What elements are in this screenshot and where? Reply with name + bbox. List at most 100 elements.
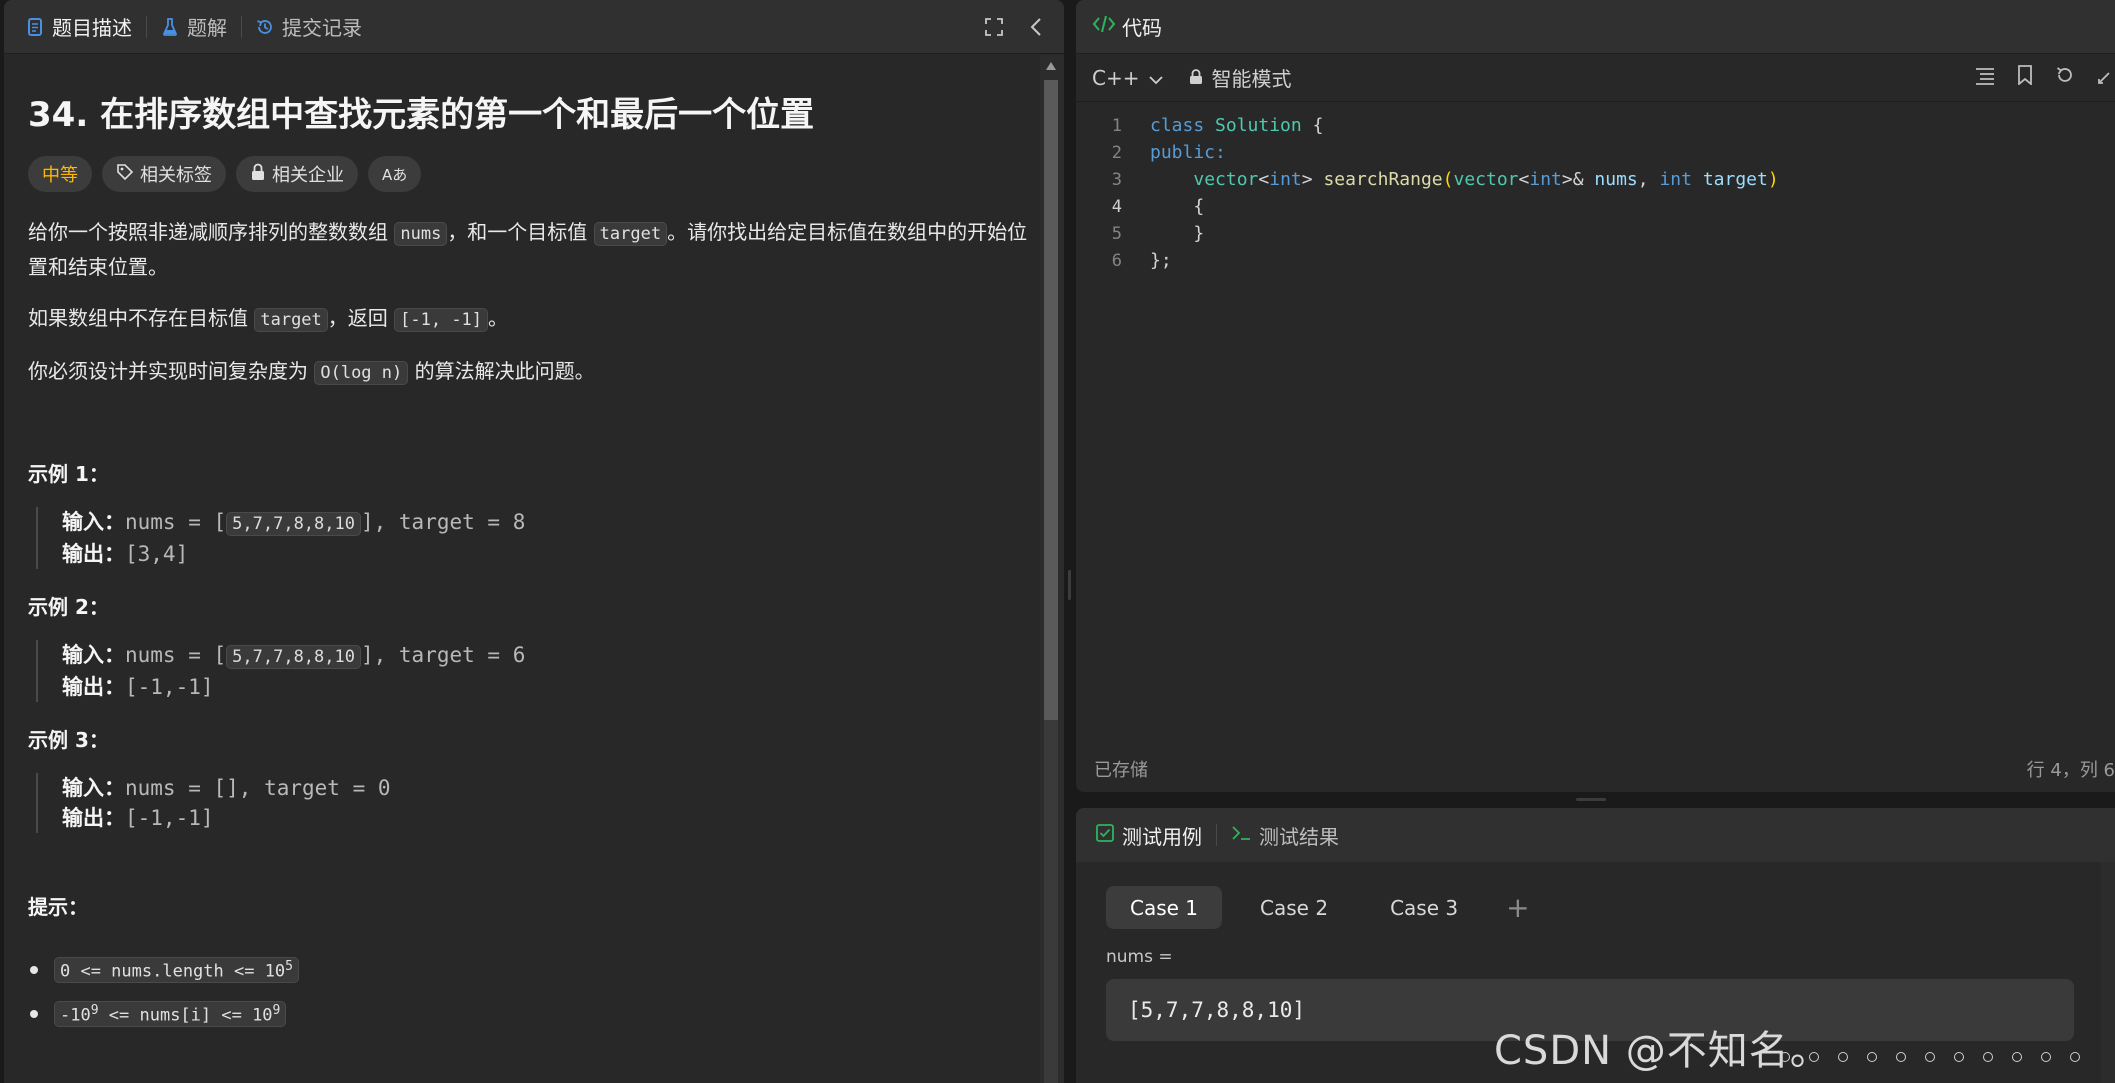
code-token: ( [1442, 169, 1454, 190]
tab-divider [1216, 824, 1217, 846]
code-line[interactable]: 6}; [1076, 247, 2115, 274]
input-label: 输入： [62, 776, 125, 800]
dot [1983, 1052, 1993, 1062]
code-line[interactable]: 3 vector<int> searchRange(vector<int>& n… [1076, 166, 2115, 193]
text: 你必须设计并实现时间复杂度为 [28, 359, 315, 383]
output-value: [3,4] [125, 542, 189, 566]
line-number: 4 [1111, 196, 1122, 217]
lock-icon [250, 163, 266, 186]
case-2-tab[interactable]: Case 2 [1236, 886, 1352, 929]
document-icon [26, 17, 44, 37]
problem-chips: 中等 相关标签 相关企业 Aあ [28, 156, 1016, 192]
dot [1954, 1052, 1964, 1062]
smart-mode-toggle[interactable]: 智能模式 [1189, 63, 1291, 92]
watermark: CSDN @不知名。 [1494, 1028, 1831, 1074]
code-token: Solution [1215, 115, 1302, 136]
case-3-tab[interactable]: Case 3 [1366, 886, 1482, 929]
test-panel-scrollbar[interactable] [2101, 862, 2115, 1083]
tab-testresult[interactable]: 测试结果 [1231, 821, 1339, 850]
resize-grip[interactable] [1068, 570, 1071, 600]
fullscreen-icon[interactable] [984, 17, 1004, 37]
line-number: 5 [1111, 223, 1122, 244]
output-label: 输出： [62, 675, 125, 699]
output-label: 输出： [62, 806, 125, 830]
superscript: 5 [285, 958, 293, 974]
flask-icon [161, 17, 179, 37]
code-line[interactable]: 1 class Solution { [1076, 112, 2115, 139]
code-token: vector [1453, 169, 1519, 190]
input-label: 输入： [62, 510, 125, 534]
code-text: { [1122, 196, 1204, 217]
description-paragraph-1: 给你一个按照非递减顺序排列的整数数组 nums ，和一个目标值 target 。请你… [28, 216, 1028, 284]
problem-tabs: 题目描述 题解 提交记录 [4, 0, 1064, 54]
collapse-chevron-left-icon[interactable] [1030, 17, 1042, 37]
code-line[interactable]: 5 } [1076, 220, 2115, 247]
line-number: 2 [1111, 142, 1122, 163]
dot [1867, 1052, 1877, 1062]
related-tags-label: 相关标签 [140, 165, 212, 186]
checkbox-icon [1096, 823, 1114, 847]
difficulty-badge[interactable]: 中等 [28, 156, 92, 192]
tab-description[interactable]: 题目描述 [26, 12, 132, 41]
text: 如果数组中不存在目标值 [28, 306, 255, 330]
problem-description: 34. 在排序数组中查找元素的第一个和最后一个位置 中等 相关标签 相关企业 A… [4, 55, 1040, 1083]
dot [1896, 1052, 1906, 1062]
code-token: < [1518, 169, 1530, 190]
related-tags-button[interactable]: 相关标签 [102, 156, 226, 192]
expand-icon[interactable] [2097, 65, 2111, 90]
chevron-down-icon [1149, 66, 1164, 90]
tab-solutions[interactable]: 题解 [161, 12, 227, 41]
inline-code: target [254, 308, 328, 332]
example-3: 示例 3： 输入：nums = [], target = 0 输出：[-1,-1… [28, 724, 1016, 833]
text: 。 [488, 306, 509, 330]
tab-testresult-label: 测试结果 [1259, 824, 1339, 849]
reset-icon[interactable] [2055, 65, 2075, 90]
text: <= nums[i] <= 10 [98, 1005, 273, 1026]
input-value: nums = [], target = 0 [125, 776, 391, 800]
scrollbar-thumb[interactable] [1044, 80, 1058, 720]
code-token: public: [1150, 142, 1226, 163]
code-token: vector [1193, 169, 1259, 190]
description-paragraph-2: 如果数组中不存在目标值 target ，返回 [-1, -1]。 [28, 302, 1028, 337]
inline-code: O(log n) [314, 361, 409, 385]
bookmark-icon[interactable] [2017, 65, 2033, 90]
text: -10 [60, 1005, 91, 1026]
tag-icon [116, 163, 134, 186]
related-companies-button[interactable]: 相关企业 [236, 156, 358, 192]
history-icon [256, 17, 274, 37]
tab-solutions-label: 题解 [187, 16, 227, 40]
bullet-icon [30, 1010, 38, 1018]
code-panel-title: 代码 [1122, 16, 1162, 40]
terminal-icon [1231, 823, 1251, 847]
add-case-plus-icon[interactable]: + [1506, 891, 1529, 924]
scroll-up-arrow-icon[interactable] [1046, 62, 1056, 70]
language-select[interactable]: C++ [1092, 65, 1164, 90]
code-token: int [1269, 169, 1302, 190]
tab-divider [241, 15, 242, 38]
input-label: 输入： [62, 643, 125, 667]
input-value: nums = [ [125, 643, 227, 667]
inline-code: nums [394, 222, 448, 246]
text: 的算法解决此问题。 [408, 359, 595, 383]
problem-panel: 题目描述 题解 提交记录 34. 在排序数组中查找元素的第一个和最后一个位置 中… [4, 0, 1064, 1083]
example-title: 示例 1： [28, 462, 109, 486]
tab-submissions[interactable]: 提交记录 [256, 12, 362, 41]
code-line[interactable]: 4 { [1076, 193, 2115, 220]
description-scrollbar[interactable] [1040, 55, 1064, 1083]
code-editor[interactable]: 1 class Solution { 2 public: 3 vector<int>… [1076, 112, 2115, 274]
code-text: vector<int> searchRange(vector<int>& num… [1122, 169, 1778, 190]
example-1: 示例 1： 输入：nums = [5,7,7,8,8,10], target =… [28, 458, 1016, 569]
case-1-tab[interactable]: Case 1 [1106, 886, 1223, 929]
vertical-resize-grip[interactable] [1576, 798, 1606, 801]
code-line[interactable]: 2 public: [1076, 139, 2115, 166]
constraints-title: 提示： [28, 895, 88, 919]
save-status: 已存储 [1094, 760, 1148, 781]
translate-button[interactable]: Aあ [368, 156, 422, 192]
description-paragraph-3: 你必须设计并实现时间复杂度为 O(log n) 的算法解决此问题。 [28, 355, 1028, 390]
dot [1809, 1052, 1819, 1062]
code-token: , [1637, 169, 1660, 190]
format-code-icon[interactable] [1975, 66, 1995, 90]
panel-resize-handle[interactable] [1064, 0, 1076, 1083]
tab-testcases[interactable]: 测试用例 [1096, 821, 1202, 850]
language-label: C++ [1092, 65, 1140, 90]
